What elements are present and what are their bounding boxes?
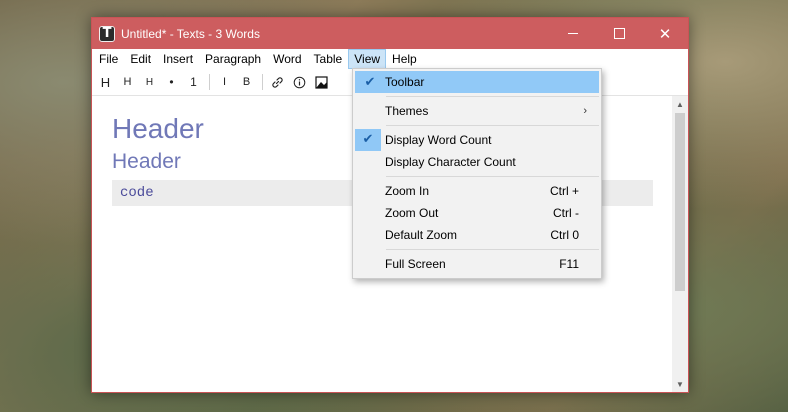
menu-item-toolbar[interactable]: ✔ Toolbar <box>355 71 599 93</box>
scroll-up-icon[interactable]: ▲ <box>672 96 688 112</box>
menu-item-shortcut: F11 <box>559 257 579 271</box>
heading2-button[interactable]: H <box>119 72 136 92</box>
checkmark-icon: ✔ <box>355 129 381 151</box>
menu-separator <box>386 96 599 97</box>
heading3-button[interactable]: H <box>141 72 158 92</box>
menu-item-label: Zoom In <box>385 184 430 198</box>
bullet-list-button[interactable]: • <box>163 72 180 92</box>
close-icon[interactable]: ✕ <box>642 18 688 49</box>
menu-item-label: Display Word Count <box>385 133 492 147</box>
heading1-button[interactable]: H <box>97 72 114 92</box>
menu-item-label: Default Zoom <box>385 228 458 242</box>
menu-paragraph[interactable]: Paragraph <box>199 49 267 69</box>
menu-word[interactable]: Word <box>267 49 307 69</box>
menu-item-full-screen[interactable]: Full Screen F11 <box>355 253 599 275</box>
info-icon[interactable] <box>291 72 308 92</box>
menu-separator <box>386 176 599 177</box>
window-title: Untitled* - Texts - 3 Words <box>121 26 260 41</box>
menu-item-display-word-count[interactable]: ✔ Display Word Count <box>355 129 599 151</box>
menu-item-label: Display Character Count <box>385 155 516 169</box>
menu-item-label: Toolbar <box>385 75 425 89</box>
minimize-icon[interactable] <box>550 18 596 49</box>
toolbar-divider <box>262 74 263 90</box>
bold-button[interactable]: B <box>238 72 255 92</box>
view-menu-dropdown: ✔ Toolbar Themes › ✔ Display Word Count … <box>352 68 602 279</box>
link-icon[interactable] <box>269 72 286 92</box>
menu-insert[interactable]: Insert <box>157 49 199 69</box>
numbered-list-button[interactable]: 1 <box>185 72 202 92</box>
menu-item-label: Themes <box>385 104 429 118</box>
image-icon[interactable] <box>313 72 330 92</box>
italic-button[interactable]: I <box>216 72 233 92</box>
menu-item-display-character-count[interactable]: Display Character Count <box>355 151 599 173</box>
menu-item-shortcut: Ctrl - <box>553 206 579 220</box>
scroll-down-icon[interactable]: ▼ <box>672 376 688 392</box>
title-bar[interactable]: T Untitled* - Texts - 3 Words ✕ <box>92 18 688 49</box>
app-logo-icon: T <box>99 25 115 42</box>
menu-file[interactable]: File <box>93 49 124 69</box>
menu-item-shortcut: Ctrl 0 <box>550 228 579 242</box>
checkmark-icon: ✔ <box>364 74 376 90</box>
menu-item-label: Full Screen <box>385 257 446 271</box>
chevron-right-icon: › <box>583 105 587 117</box>
menu-bar: File Edit Insert Paragraph Word Table Vi… <box>92 49 688 69</box>
vertical-scrollbar[interactable]: ▲ ▼ <box>672 96 688 392</box>
menu-item-shortcut: Ctrl + <box>549 184 579 198</box>
menu-item-zoom-in[interactable]: Zoom In Ctrl + <box>355 180 599 202</box>
menu-separator <box>386 249 599 250</box>
menu-table[interactable]: Table <box>308 49 349 69</box>
menu-item-themes[interactable]: Themes › <box>355 100 599 122</box>
menu-separator <box>386 125 599 126</box>
menu-view[interactable]: View <box>348 49 387 69</box>
menu-edit[interactable]: Edit <box>124 49 157 69</box>
scrollbar-thumb[interactable] <box>675 113 685 291</box>
maximize-icon[interactable] <box>596 18 642 49</box>
menu-help[interactable]: Help <box>386 49 423 69</box>
menu-item-zoom-out[interactable]: Zoom Out Ctrl - <box>355 202 599 224</box>
menu-item-label: Zoom Out <box>385 206 439 220</box>
menu-item-default-zoom[interactable]: Default Zoom Ctrl 0 <box>355 224 599 246</box>
toolbar-divider <box>209 74 210 90</box>
